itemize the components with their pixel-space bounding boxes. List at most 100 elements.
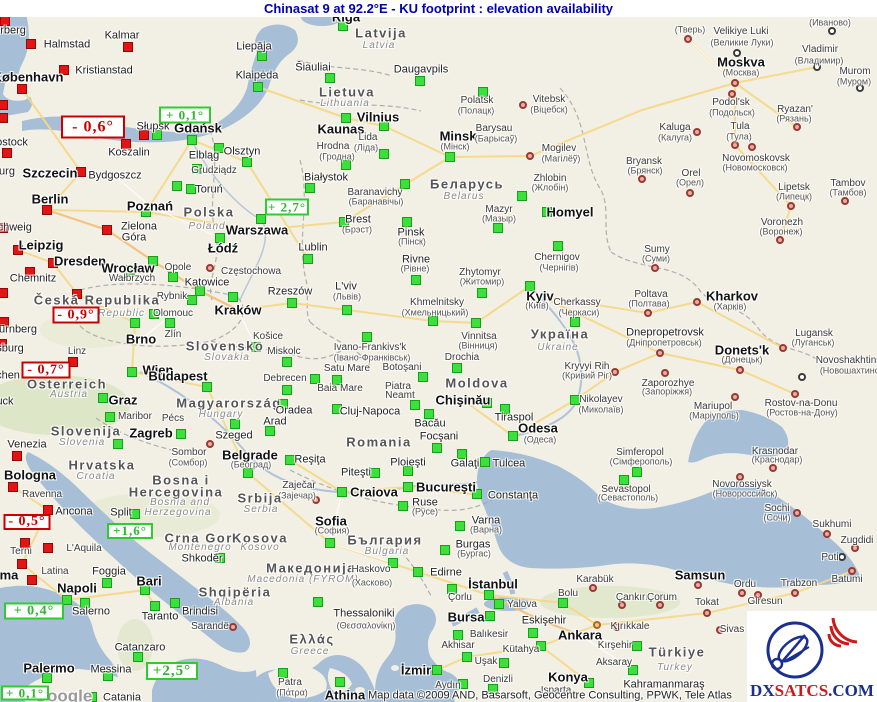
map-label: Serbia	[244, 505, 279, 515]
map-marker-green	[337, 487, 347, 497]
map-label: Çorum	[647, 593, 677, 603]
map-label: Slovenia	[59, 438, 105, 448]
map-label: Samsun	[675, 569, 726, 582]
map-marker-dot	[841, 197, 849, 205]
map-label: Albania	[214, 598, 254, 608]
map-label: (Русе)	[412, 508, 438, 517]
map-label: (Севастополь)	[598, 494, 658, 503]
map-marker-green	[187, 135, 197, 145]
map-marker-green	[325, 538, 335, 548]
map-label: Thessaloniki	[333, 609, 394, 620]
map-label: Kaunas	[318, 123, 365, 136]
map-marker-dot	[791, 390, 799, 398]
map-marker-green	[411, 275, 421, 285]
map-label: Kaluga	[659, 123, 690, 133]
map-marker-green	[632, 467, 642, 477]
map-label: Białystok	[304, 173, 348, 184]
map-label: Šiauliai	[295, 63, 330, 74]
map-label: Shkodër	[182, 554, 223, 565]
map-marker-green	[150, 601, 160, 611]
map-label: (Новошахтинск)	[820, 367, 877, 376]
elevation-badge: + 0,1°	[1, 686, 49, 701]
map-label: Çorlu	[448, 593, 472, 603]
map-marker-green	[230, 419, 240, 429]
map-marker-green	[172, 181, 182, 191]
map-label: Yalova	[507, 600, 537, 610]
map-marker-green	[440, 545, 450, 555]
map-label: Zlín	[165, 330, 182, 340]
map-label: Kırıkkale	[611, 622, 650, 632]
map-marker-green	[570, 317, 580, 327]
map-marker-green	[494, 599, 504, 609]
map-label: (Калуга)	[658, 134, 692, 143]
map-label: Tulcea	[493, 459, 526, 470]
map-marker-green	[168, 272, 178, 282]
map-label: Tula	[730, 122, 749, 132]
map-marker-green	[558, 598, 568, 608]
map-label: Ploieşti	[390, 458, 425, 469]
map-label: Catania	[103, 693, 141, 702]
map-marker-red	[102, 225, 112, 235]
map-label: Split	[110, 508, 131, 519]
map-label: (Зајечар)	[278, 492, 316, 501]
map-label: Drochia	[445, 353, 479, 363]
map-label: Denizli	[483, 675, 513, 685]
map-label: (Москва)	[723, 69, 760, 78]
map-marker-green	[257, 51, 267, 61]
map-marker-red	[12, 451, 22, 461]
map-label: Daugavpils	[394, 65, 448, 76]
map-label: Athina	[325, 689, 365, 702]
map-label: Warszawa	[226, 224, 288, 237]
map-label: Macedonia (FYROM)	[247, 575, 358, 585]
map-marker-green	[170, 598, 180, 608]
map-label: Graz	[109, 394, 138, 407]
map-label: Rybnik	[157, 292, 188, 302]
map-label: Kütahya	[503, 645, 540, 655]
logo-text-com: .COM	[828, 681, 874, 700]
map-label: Olsztyn	[224, 147, 261, 158]
map-label: Polatsk	[461, 96, 494, 106]
map-marker-dot	[731, 141, 739, 149]
map-label: Košice	[253, 332, 283, 342]
map-label: Ordu	[734, 580, 756, 590]
map-marker-green	[484, 590, 494, 600]
map-label: (Хасково)	[352, 579, 392, 588]
logo-text-satcs: SATCS	[775, 681, 829, 700]
map-label: Piteşti	[341, 468, 371, 479]
dxsatcs-logo: DXSATCS.COM	[747, 611, 877, 702]
map-canvas[interactable]: arbergHalmstadKalmarKristianstadKøbenhav…	[0, 0, 877, 702]
map-marker-green	[477, 288, 487, 298]
map-marker-green	[305, 183, 315, 193]
map-label: (Рязань)	[776, 115, 811, 124]
map-marker-white	[828, 27, 836, 35]
map-marker-green	[493, 223, 503, 233]
map-marker-green	[362, 332, 372, 342]
map-label: Pécs	[162, 414, 184, 424]
map-label: Focşani	[420, 432, 459, 443]
map-marker-green	[105, 412, 115, 422]
map-label: Bulgaria	[365, 547, 410, 557]
map-label: Leipzig	[19, 239, 64, 252]
map-label: Kırşehir	[598, 641, 632, 651]
map-marker-green	[341, 160, 351, 170]
map-label: (Чернігів)	[539, 264, 578, 273]
map-marker-dot	[661, 369, 669, 377]
map-label: ostock	[0, 138, 28, 149]
map-marker-green	[165, 318, 175, 328]
map-label: Poland	[188, 222, 225, 232]
map-label: Brindisi	[182, 607, 218, 618]
map-label: (Донецьк)	[722, 356, 763, 365]
map-label: (Владимир)	[795, 57, 844, 66]
map-label: Palermo	[23, 662, 74, 675]
map-label: arberg	[0, 26, 26, 37]
map-marker-dot	[519, 101, 527, 109]
map-marker-dot	[748, 143, 756, 151]
map-marker-dot	[206, 264, 214, 272]
map-label: Maribor	[118, 412, 152, 422]
map-label: (Рівне)	[401, 265, 430, 274]
map-label: Katowice	[185, 278, 230, 289]
elevation-badge: + 0,1°	[159, 107, 211, 124]
map-marker-green	[508, 431, 518, 441]
map-label: Dresden	[54, 255, 106, 268]
map-label: (Ростов-на-Дону)	[766, 409, 838, 418]
